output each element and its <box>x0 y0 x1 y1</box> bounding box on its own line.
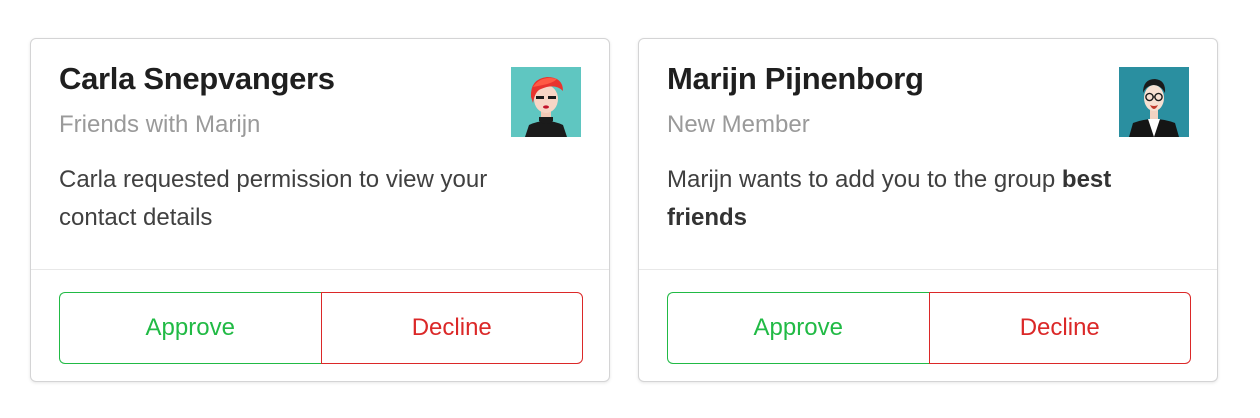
action-buttons: Approve Decline <box>667 292 1191 364</box>
person-meta: Friends with Marijn <box>59 111 261 138</box>
decline-button[interactable]: Decline <box>320 292 583 364</box>
person-name: Marijn Pijnenborg <box>667 61 924 96</box>
avatar-icon <box>1119 67 1189 137</box>
card-content: Marijn Pijnenborg New Member Marijn want… <box>639 39 1217 270</box>
request-description: Carla requested permission to view your … <box>59 166 488 231</box>
request-card-marijn: Marijn Pijnenborg New Member Marijn want… <box>638 38 1218 382</box>
person-meta: New Member <box>667 111 810 138</box>
request-description: Marijn wants to add you to the group bes… <box>667 161 1177 237</box>
person-name: Carla Snepvangers <box>59 61 335 96</box>
approve-button[interactable]: Approve <box>667 292 929 364</box>
request-card-carla: Carla Snepvangers Friends with Marijn Ca… <box>30 38 610 382</box>
card-content: Carla Snepvangers Friends with Marijn Ca… <box>31 39 609 270</box>
approve-button[interactable]: Approve <box>59 292 321 364</box>
action-buttons: Approve Decline <box>59 292 583 364</box>
avatar-icon <box>511 67 581 137</box>
description-text: Marijn wants to add you to the group <box>667 166 1062 193</box>
decline-button[interactable]: Decline <box>928 292 1191 364</box>
